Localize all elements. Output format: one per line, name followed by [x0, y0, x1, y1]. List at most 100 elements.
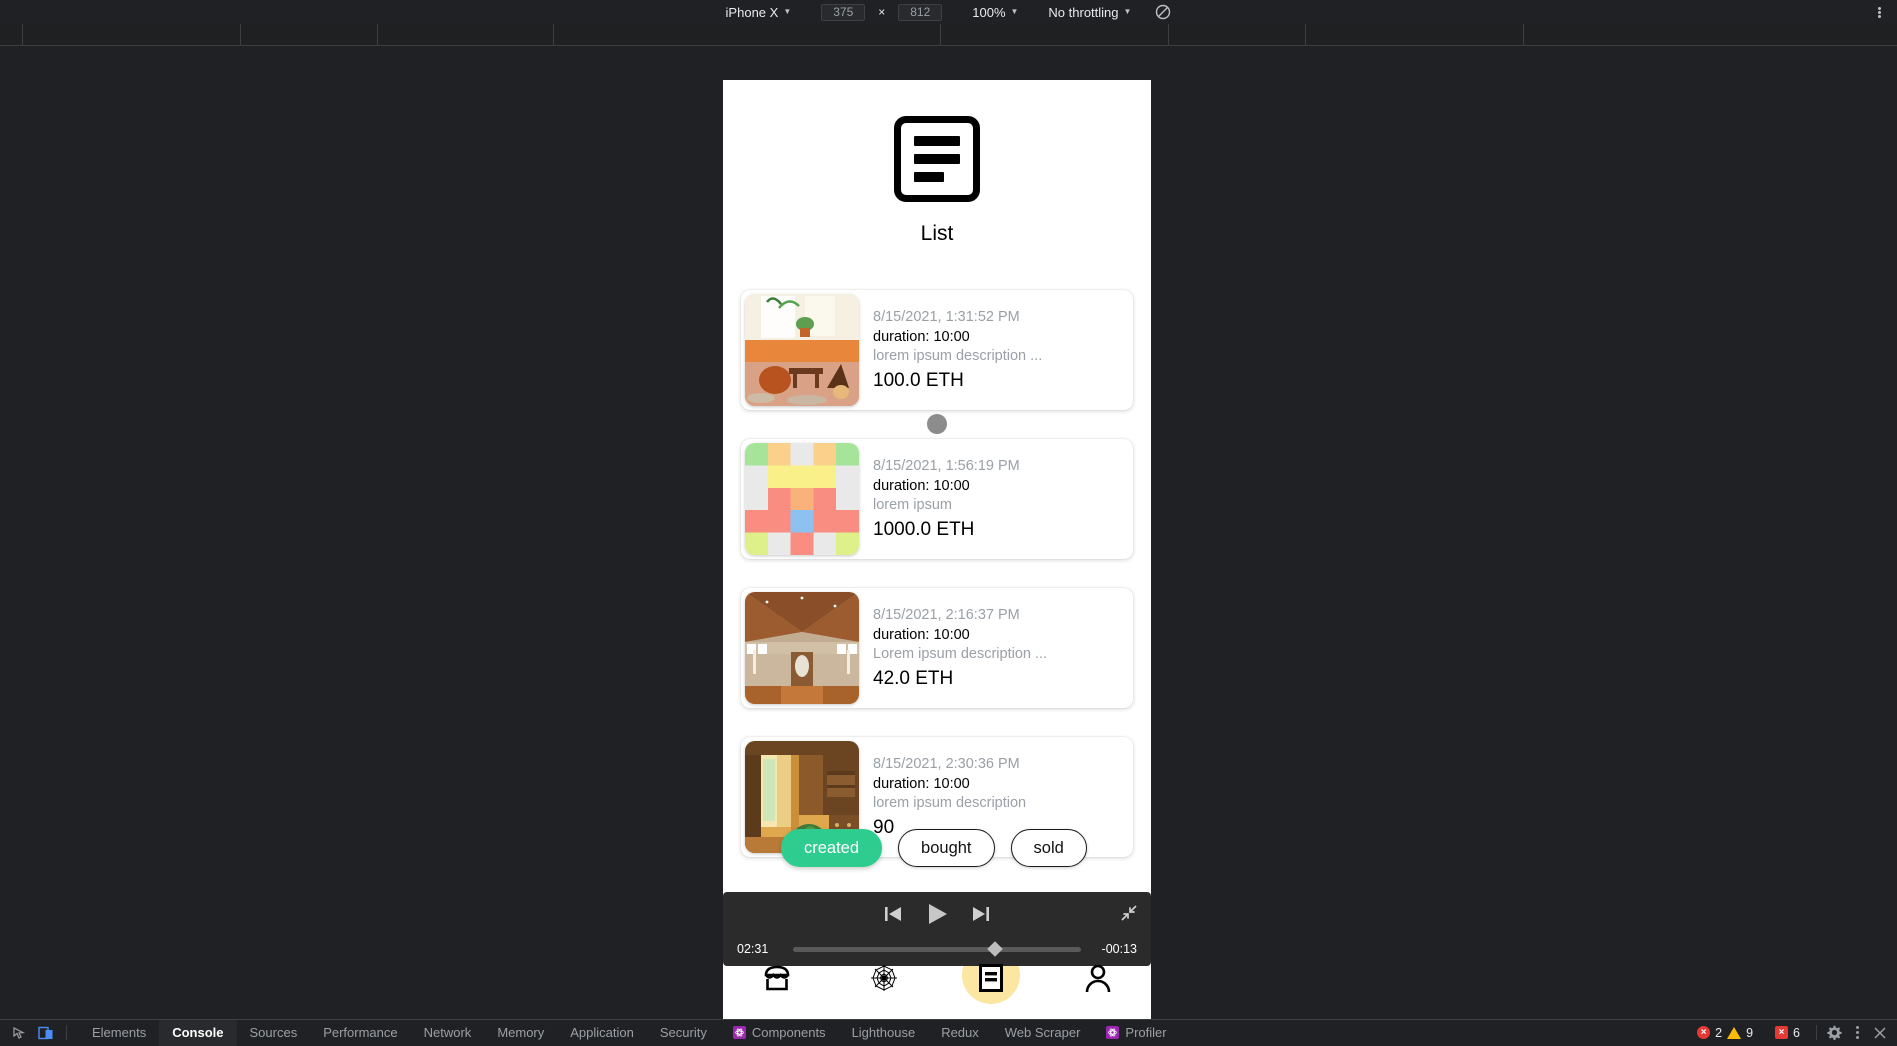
- list-item-date: 8/15/2021, 2:16:37 PM: [873, 606, 1129, 626]
- living-room-photo: [745, 294, 859, 406]
- tab-label: Lighthouse: [852, 1025, 916, 1040]
- tab-label: Application: [570, 1025, 634, 1040]
- zoom-value: 100%: [972, 5, 1005, 20]
- elapsed-time: 02:31: [737, 942, 783, 956]
- tab-redux[interactable]: Redux: [928, 1020, 992, 1046]
- minimize-button[interactable]: [1120, 904, 1138, 927]
- list-item-duration: duration: 10:00: [873, 328, 1129, 348]
- throttling-selector[interactable]: No throttling ▼: [1048, 5, 1131, 20]
- remaining-time: -00:13: [1091, 942, 1137, 956]
- tab-performance[interactable]: Performance: [310, 1020, 410, 1046]
- tab-label: Console: [172, 1025, 223, 1040]
- list-item[interactable]: 8/15/2021, 2:30:36 PM duration: 10:00 lo…: [741, 737, 1133, 857]
- dimension-separator: ×: [878, 5, 885, 19]
- list-item-body: 8/15/2021, 2:16:37 PM duration: 10:00 Lo…: [859, 592, 1129, 690]
- next-track-button[interactable]: [971, 905, 991, 923]
- list-item-description: lorem ipsum description: [873, 794, 1129, 814]
- tab-label: Performance: [323, 1025, 397, 1040]
- device-selector[interactable]: iPhone X ▼: [726, 5, 792, 20]
- tab-label: Components: [752, 1025, 826, 1040]
- gear-icon[interactable]: [1827, 1025, 1842, 1040]
- wooden-hallway-photo: [745, 592, 859, 704]
- progress-track[interactable]: [793, 947, 1081, 952]
- tab-application[interactable]: Application: [557, 1020, 647, 1046]
- close-icon[interactable]: [1873, 1026, 1887, 1040]
- list-item-body: 8/15/2021, 1:56:19 PM duration: 10:00 lo…: [859, 443, 1129, 541]
- tab-console[interactable]: Console: [159, 1020, 236, 1046]
- device-toolbar: iPhone X ▼ 375 × 812 100% ▼ No throttlin…: [0, 0, 1897, 24]
- throttling-value: No throttling: [1048, 5, 1118, 20]
- issue-count: 6: [1793, 1026, 1800, 1040]
- tab-label: Sources: [250, 1025, 298, 1040]
- chevron-down-icon: ▼: [1124, 8, 1132, 16]
- list-item[interactable]: 8/15/2021, 2:16:37 PM duration: 10:00 Lo…: [741, 588, 1133, 708]
- filter-pill-group: created bought sold: [781, 829, 1087, 867]
- tab-lighthouse[interactable]: Lighthouse: [839, 1020, 929, 1046]
- player-scrubber[interactable]: 02:31 -00:13: [723, 936, 1151, 962]
- list-item-date: 8/15/2021, 2:30:36 PM: [873, 755, 1129, 775]
- list-icon: [978, 963, 1004, 993]
- tab-security[interactable]: Security: [647, 1020, 720, 1046]
- list-item-description: lorem ipsum: [873, 496, 1129, 516]
- react-icon: [1106, 1026, 1119, 1039]
- list-icon: [894, 116, 980, 202]
- previous-track-icon: [883, 905, 903, 923]
- tab-memory[interactable]: Memory: [484, 1020, 557, 1046]
- chevron-down-icon: ▼: [783, 8, 791, 16]
- tab-network[interactable]: Network: [411, 1020, 485, 1046]
- devtools-left-icons: [0, 1025, 79, 1040]
- video-player-overlay: 02:31 -00:13: [723, 892, 1151, 966]
- list-item[interactable]: 8/15/2021, 1:56:19 PM duration: 10:00 lo…: [741, 439, 1133, 559]
- progress-thumb[interactable]: [987, 941, 1003, 957]
- page-title: List: [921, 222, 954, 246]
- divider: [66, 1025, 67, 1040]
- tab-label: Web Scraper: [1005, 1025, 1081, 1040]
- react-icon: [733, 1026, 746, 1039]
- issues-counter[interactable]: × 6: [1769, 1026, 1806, 1040]
- device-toggle-icon[interactable]: [38, 1026, 54, 1040]
- devtools-tabs: Elements Console Sources Performance Net…: [79, 1020, 1180, 1046]
- player-controls: [723, 892, 1151, 936]
- drag-handle[interactable]: [927, 414, 947, 434]
- zoom-selector[interactable]: 100% ▼: [972, 5, 1018, 20]
- device-viewport-area: List: [0, 46, 1897, 1026]
- issue-icon: ×: [1775, 1026, 1788, 1039]
- inspect-element-icon[interactable]: [12, 1026, 26, 1040]
- tab-elements[interactable]: Elements: [79, 1020, 159, 1046]
- play-button[interactable]: [925, 902, 949, 926]
- viewport-width-input[interactable]: 375: [821, 4, 865, 21]
- list-item-price: 42.0 ETH: [873, 668, 1129, 690]
- filter-pill-sold[interactable]: sold: [1011, 829, 1087, 867]
- list-item-date: 8/15/2021, 1:31:52 PM: [873, 308, 1129, 328]
- list-item-duration: duration: 10:00: [873, 477, 1129, 497]
- spiderweb-icon: [869, 963, 899, 993]
- tab-web-scraper[interactable]: Web Scraper: [992, 1020, 1094, 1046]
- tab-label: Redux: [941, 1025, 979, 1040]
- toolbar-more-options-icon[interactable]: [1869, 0, 1889, 24]
- devtools-status-area: × 2 9 × 6: [1691, 1025, 1897, 1040]
- previous-track-button[interactable]: [883, 905, 903, 923]
- filter-pill-bought[interactable]: bought: [898, 829, 994, 867]
- list-item-price: 100.0 ETH: [873, 370, 1129, 392]
- error-warning-counters[interactable]: × 2 9: [1691, 1026, 1759, 1040]
- warning-icon: [1727, 1027, 1741, 1039]
- tab-label: Elements: [92, 1025, 146, 1040]
- list-item-body: 8/15/2021, 2:30:36 PM duration: 10:00 lo…: [859, 741, 1129, 839]
- warning-count: 9: [1746, 1026, 1753, 1040]
- no-throttling-icon[interactable]: [1155, 4, 1171, 20]
- divider: [1816, 1025, 1817, 1040]
- error-count: 2: [1715, 1026, 1722, 1040]
- tab-sources[interactable]: Sources: [237, 1020, 311, 1046]
- viewport-height-input[interactable]: 812: [898, 4, 942, 21]
- devtools-more-options-icon[interactable]: [1852, 1026, 1863, 1039]
- tab-label: Memory: [497, 1025, 544, 1040]
- list-item[interactable]: 8/15/2021, 1:31:52 PM duration: 10:00 lo…: [741, 290, 1133, 410]
- filter-pill-created[interactable]: created: [781, 829, 882, 867]
- list-item-duration: duration: 10:00: [873, 626, 1129, 646]
- tab-profiler[interactable]: Profiler: [1093, 1020, 1179, 1046]
- tab-label: Profiler: [1125, 1025, 1166, 1040]
- list-item-description: Lorem ipsum description ...: [873, 645, 1129, 665]
- tab-components[interactable]: Components: [720, 1020, 839, 1046]
- list-item-duration: duration: 10:00: [873, 775, 1129, 795]
- play-icon: [925, 902, 949, 926]
